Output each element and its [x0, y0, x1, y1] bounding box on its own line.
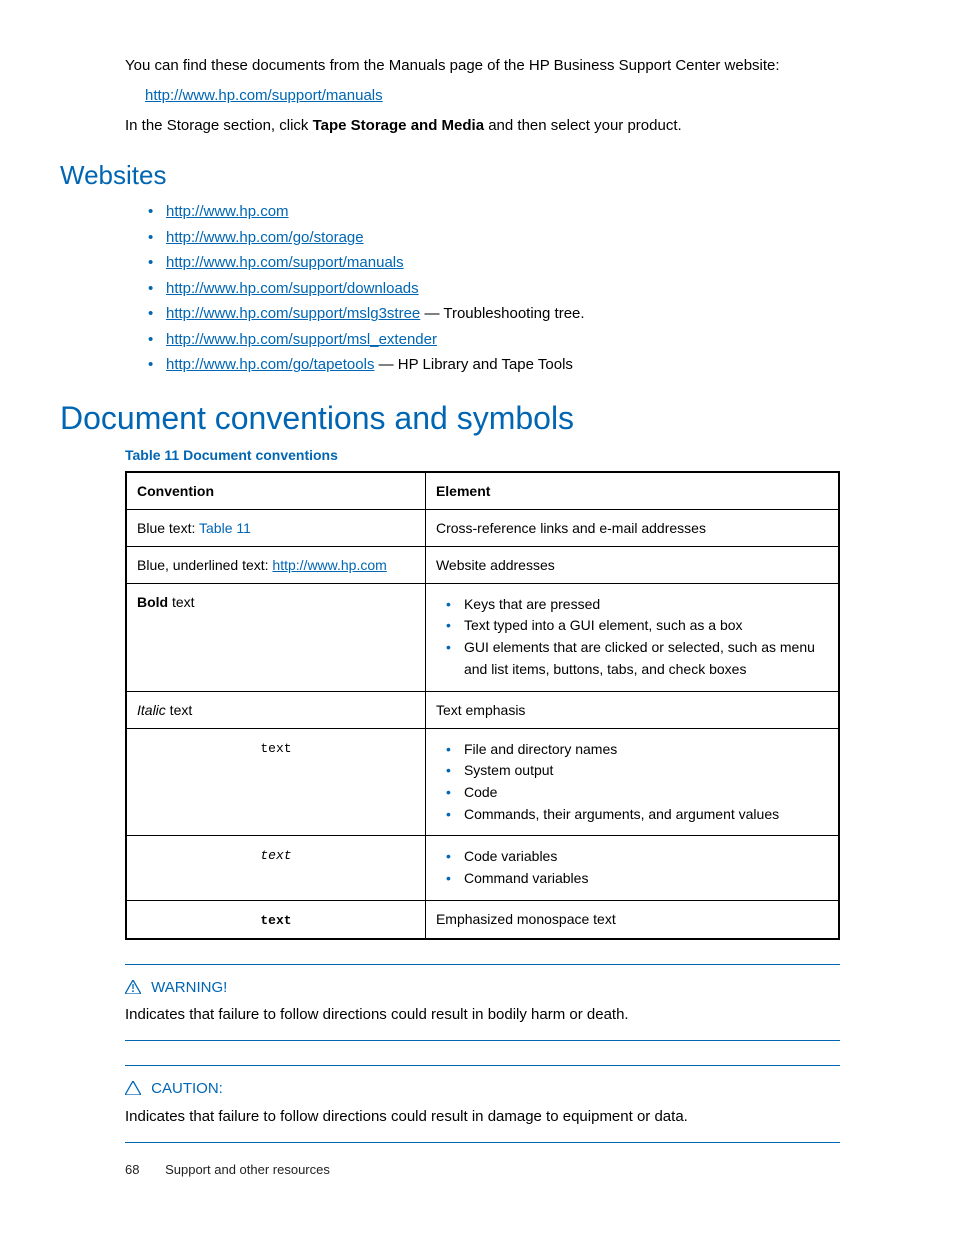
- table-row: text File and directory names System out…: [126, 728, 839, 836]
- list-item: http://www.hp.com/support/msl_extender: [148, 327, 864, 353]
- web-link[interactable]: http://www.hp.com/support/mslg3stree: [166, 305, 420, 322]
- web-link[interactable]: http://www.hp.com/support/manuals: [166, 254, 404, 271]
- table-row: Blue text: Table 11 Cross-reference link…: [126, 509, 839, 546]
- list-item: Command variables: [446, 868, 828, 890]
- page-footer: 68 Support and other resources: [125, 1162, 330, 1177]
- th-convention: Convention: [126, 472, 425, 510]
- list-item: Code variables: [446, 846, 828, 868]
- list-item: http://www.hp.com/go/tapetools — HP Libr…: [148, 352, 864, 378]
- table-row: Italic text Text emphasis: [126, 691, 839, 728]
- websites-list: http://www.hp.com http://www.hp.com/go/s…: [148, 199, 864, 378]
- warning-box: WARNING! Indicates that failure to follo…: [125, 964, 840, 1042]
- page-number: 68: [125, 1162, 139, 1177]
- footer-title: Support and other resources: [165, 1162, 330, 1177]
- websites-heading: Websites: [60, 160, 864, 191]
- table-row: Bold text Keys that are pressed Text typ…: [126, 583, 839, 691]
- manuals-link[interactable]: http://www.hp.com/support/manuals: [145, 87, 383, 104]
- web-link[interactable]: http://www.hp.com/support/msl_extender: [166, 331, 437, 348]
- list-item: http://www.hp.com/support/downloads: [148, 276, 864, 302]
- list-item: Text typed into a GUI element, such as a…: [446, 615, 828, 637]
- intro-link-line: http://www.hp.com/support/manuals: [145, 85, 864, 107]
- warning-label: WARNING!: [151, 979, 227, 996]
- web-link[interactable]: http://www.hp.com/support/downloads: [166, 280, 419, 297]
- conventions-heading: Document conventions and symbols: [60, 400, 864, 437]
- list-item: GUI elements that are clicked or selecte…: [446, 637, 828, 680]
- list-item: System output: [446, 760, 828, 782]
- list-item: Code: [446, 782, 828, 804]
- web-link[interactable]: http://www.hp.com: [166, 203, 289, 220]
- th-element: Element: [425, 472, 839, 510]
- table-row: text Emphasized monospace text: [126, 900, 839, 939]
- web-link[interactable]: http://www.hp.com/go/storage: [166, 229, 364, 246]
- list-item: Keys that are pressed: [446, 594, 828, 616]
- list-item: http://www.hp.com/support/manuals: [148, 250, 864, 276]
- web-link[interactable]: http://www.hp.com/go/tapetools: [166, 356, 374, 373]
- table-row: Blue, underlined text: http://www.hp.com…: [126, 546, 839, 583]
- intro-para-1: You can find these documents from the Ma…: [125, 55, 864, 77]
- conventions-table: Convention Element Blue text: Table 11 C…: [125, 471, 840, 940]
- table-caption: Table 11 Document conventions: [125, 447, 864, 463]
- caution-label: CAUTION:: [151, 1080, 223, 1097]
- intro-para-2: In the Storage section, click Tape Stora…: [125, 115, 864, 137]
- list-item: File and directory names: [446, 739, 828, 761]
- table-ref-link[interactable]: Table 11: [199, 520, 251, 536]
- warning-text: Indicates that failure to follow directi…: [125, 1004, 840, 1026]
- list-item: http://www.hp.com: [148, 199, 864, 225]
- warning-icon: [125, 979, 141, 1001]
- list-item: http://www.hp.com/go/storage: [148, 225, 864, 251]
- caution-box: CAUTION: Indicates that failure to follo…: [125, 1065, 840, 1143]
- hp-link[interactable]: http://www.hp.com: [272, 557, 386, 573]
- table-row: text Code variables Command variables: [126, 836, 839, 900]
- list-item: http://www.hp.com/support/mslg3stree — T…: [148, 301, 864, 327]
- caution-text: Indicates that failure to follow directi…: [125, 1106, 840, 1128]
- list-item: Commands, their arguments, and argument …: [446, 804, 828, 826]
- caution-icon: [125, 1080, 141, 1102]
